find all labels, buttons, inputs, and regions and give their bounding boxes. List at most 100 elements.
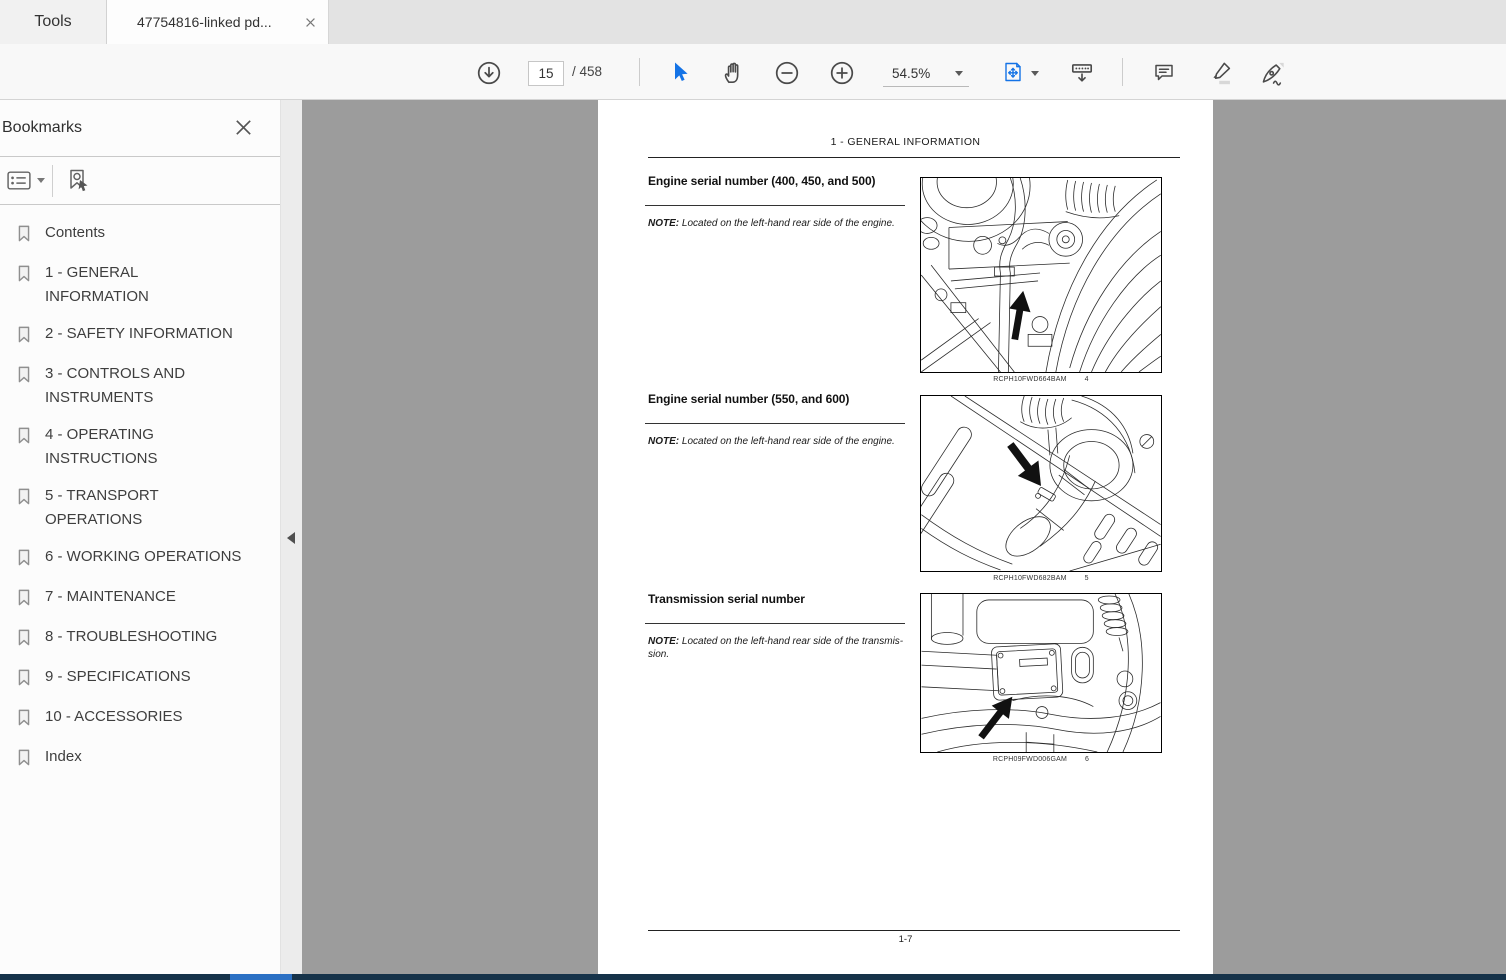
- toolbar-position-button[interactable]: [1066, 59, 1098, 87]
- fill-sign-icon: [1258, 60, 1288, 87]
- zoom-out-icon: [774, 60, 800, 86]
- download-button[interactable]: [474, 58, 504, 88]
- bookmark-item-index[interactable]: Index: [16, 745, 276, 772]
- bottom-status-bar: [0, 974, 1506, 980]
- page-display-chevron-icon[interactable]: [1031, 71, 1039, 76]
- hand-tool-icon: [720, 60, 746, 86]
- note-label: NOTE:: [648, 218, 679, 229]
- page-number-input[interactable]: [528, 61, 564, 86]
- toolbar-separator: [52, 165, 53, 197]
- bookmark-item-accessories[interactable]: 10 - ACCESSORIES: [16, 705, 276, 732]
- bookmark-icon: [16, 708, 32, 732]
- highlight-icon: [1208, 60, 1235, 87]
- bookmark-item-safety-information[interactable]: 2 - SAFETY INFORMATION: [16, 322, 276, 349]
- figure-transmission-illustration: [920, 593, 1162, 753]
- bookmark-icon: [16, 748, 32, 772]
- section-note: NOTE: Located on the left-hand rear side…: [648, 218, 920, 231]
- toolbar-separator: [1122, 58, 1123, 86]
- bookmark-item-operating-instructions[interactable]: 4 - OPERATING INSTRUCTIONS: [16, 423, 276, 471]
- bookmarks-toolbar: [0, 157, 280, 205]
- bookmark-icon: [16, 628, 32, 652]
- section-heading: Engine serial number (550, and 600): [648, 392, 849, 406]
- page-display-icon: [1001, 58, 1025, 86]
- figure-number: 5: [1085, 575, 1089, 582]
- tab-bar: Tools 47754816-linked pd...: [0, 0, 1506, 44]
- locate-current-bookmark-button[interactable]: [64, 167, 92, 194]
- figure-id: RCPH10FWD664BAM: [993, 376, 1066, 383]
- bookmark-icon: [16, 668, 32, 692]
- chevron-down-icon: [37, 178, 45, 183]
- bookmark-icon: [16, 548, 32, 572]
- tab-tools-label: Tools: [34, 13, 71, 31]
- figure-id: RCPH10FWD682BAM: [993, 575, 1066, 582]
- note-label: NOTE:: [648, 636, 679, 647]
- zoom-in-button[interactable]: [828, 59, 856, 87]
- collapse-panel-arrow-icon[interactable]: [287, 532, 295, 544]
- document-viewport[interactable]: 1 - GENERAL INFORMATION Engine serial nu…: [302, 100, 1506, 974]
- bookmarks-panel-header: Bookmarks: [0, 100, 280, 157]
- hand-tool-button[interactable]: [719, 59, 747, 87]
- options-icon: [6, 169, 33, 192]
- figure-engine-550-illustration: [920, 395, 1162, 572]
- bookmarks-close-button[interactable]: [235, 119, 252, 141]
- comment-button[interactable]: [1149, 60, 1179, 86]
- zoom-level-dropdown[interactable]: 54.5%: [883, 60, 969, 87]
- zoom-in-icon: [829, 60, 855, 86]
- close-icon: [305, 17, 316, 28]
- bookmark-icon: [16, 365, 32, 410]
- bookmark-item-troubleshooting[interactable]: 8 - TROUBLESHOOTING: [16, 625, 276, 652]
- footer-rule: [648, 930, 1180, 931]
- select-tool-button[interactable]: [666, 58, 694, 86]
- page-header: 1 - GENERAL INFORMATION: [598, 136, 1213, 148]
- tab-document-title: 47754816-linked pd...: [137, 14, 272, 30]
- bookmark-item-transport-operations[interactable]: 5 - TRANSPORT OPERATIONS: [16, 484, 276, 532]
- bookmark-item-specifications[interactable]: 9 - SPECIFICATIONS: [16, 665, 276, 692]
- header-rule: [648, 157, 1180, 158]
- highlight-button[interactable]: [1206, 59, 1236, 87]
- tab-document[interactable]: 47754816-linked pd...: [107, 0, 329, 44]
- page-display-button[interactable]: [1000, 57, 1026, 87]
- zoom-out-button[interactable]: [773, 59, 801, 87]
- pdf-page: 1 - GENERAL INFORMATION Engine serial nu…: [598, 100, 1213, 974]
- tab-tools[interactable]: Tools: [0, 0, 107, 44]
- figure-caption: RCPH09FWD006GAM 6: [920, 756, 1162, 763]
- section-note: NOTE: Located on the left-hand rear side…: [648, 636, 920, 661]
- section-note: NOTE: Located on the left-hand rear side…: [648, 436, 920, 449]
- bookmarks-panel: Bookmarks Contents 1 - GENERAL INFORMATI…: [0, 100, 280, 974]
- bookmark-item-maintenance[interactable]: 7 - MAINTENANCE: [16, 585, 276, 612]
- panel-gutter: [280, 100, 302, 974]
- main-toolbar: / 458 54.5%: [0, 44, 1506, 100]
- bookmarks-panel-title: Bookmarks: [2, 119, 82, 137]
- figure-engine-400-illustration: [920, 177, 1162, 373]
- note-label: NOTE:: [648, 436, 679, 447]
- bookmark-icon: [16, 325, 32, 349]
- bookmarks-options-button[interactable]: [6, 169, 45, 192]
- toolbar-position-icon: [1068, 60, 1096, 86]
- fill-sign-button[interactable]: [1256, 59, 1290, 87]
- bookmark-item-controls-and-instruments[interactable]: 3 - CONTROLS AND INSTRUMENTS: [16, 362, 276, 410]
- bookmark-item-general-information[interactable]: 1 - GENERAL INFORMATION: [16, 261, 276, 309]
- bookmark-item-working-operations[interactable]: 6 - WORKING OPERATIONS: [16, 545, 276, 572]
- section-heading: Transmission serial number: [648, 592, 805, 606]
- download-icon: [476, 60, 502, 86]
- progress-segment: [230, 974, 292, 980]
- bookmark-icon: [16, 487, 32, 532]
- locate-bookmark-icon: [64, 167, 92, 194]
- figure-number: 6: [1085, 756, 1089, 763]
- bookmark-item-contents[interactable]: Contents: [16, 221, 276, 248]
- bookmark-icon: [16, 224, 32, 248]
- figure-number: 4: [1085, 376, 1089, 383]
- figure-id: RCPH09FWD006GAM: [993, 756, 1067, 763]
- figure-caption: RCPH10FWD664BAM 4: [920, 376, 1162, 383]
- tab-close-button[interactable]: [305, 17, 316, 28]
- close-icon: [235, 119, 252, 136]
- toolbar-separator: [639, 58, 640, 86]
- comment-icon: [1151, 61, 1177, 85]
- bookmark-icon: [16, 264, 32, 309]
- bookmarks-list: Contents 1 - GENERAL INFORMATION 2 - SAF…: [0, 205, 280, 772]
- bookmark-icon: [16, 588, 32, 612]
- section-heading: Engine serial number (400, 450, and 500): [648, 174, 875, 188]
- figure-caption: RCPH10FWD682BAM 5: [920, 575, 1162, 582]
- section-rule: [645, 623, 905, 624]
- select-tool-icon: [668, 59, 692, 85]
